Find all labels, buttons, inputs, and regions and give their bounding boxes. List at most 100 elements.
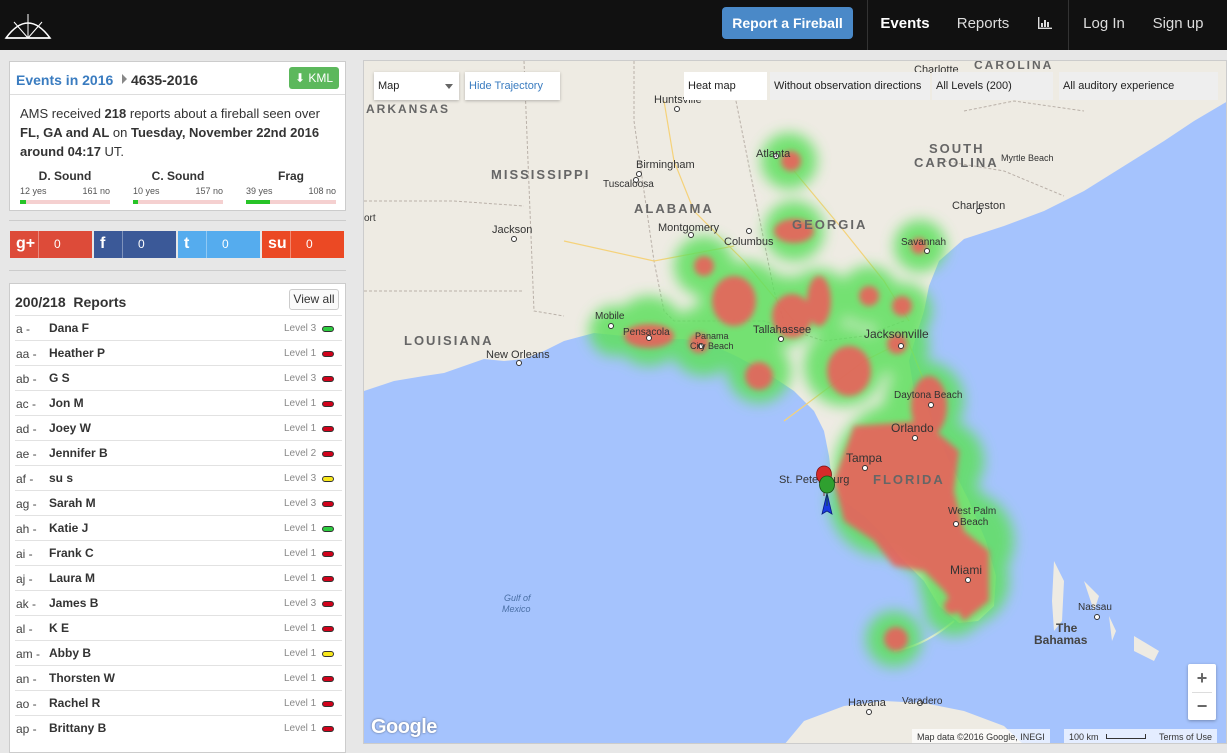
report-row[interactable]: ah - Katie J Level 1 xyxy=(15,515,342,540)
divider xyxy=(38,231,39,258)
heat-map-select[interactable]: Heat map xyxy=(684,72,767,100)
report-observer-name[interactable]: Brittany B xyxy=(49,721,106,735)
report-row[interactable]: ab - G S Level 3 xyxy=(15,365,342,390)
report-observer-name[interactable]: Rachel R xyxy=(49,696,100,710)
stat-bar-fill xyxy=(133,200,139,204)
report-row[interactable]: ak - James B Level 3 xyxy=(15,590,342,615)
report-row[interactable]: aa - Heather P Level 1 xyxy=(15,340,342,365)
auditory-select[interactable]: All auditory experience xyxy=(1059,72,1218,100)
bar-chart-icon[interactable] xyxy=(1038,17,1052,29)
report-row[interactable]: ac - Jon M Level 1 xyxy=(15,390,342,415)
report-row[interactable]: aj - Laura M Level 1 xyxy=(15,565,342,590)
view-all-button[interactable]: View all xyxy=(289,289,339,310)
report-fireball-button[interactable]: Report a Fireball xyxy=(722,7,853,39)
ams-logo-icon[interactable] xyxy=(4,6,52,42)
report-row[interactable]: an - Thorsten W Level 1 xyxy=(15,665,342,690)
report-observer-name[interactable]: Sarah M xyxy=(49,496,96,510)
level-indicator-icon xyxy=(322,526,334,532)
report-letter: ag - xyxy=(16,497,37,511)
map-container[interactable]: Huntsville Charlotte CAROLINA ARKANSAS A… xyxy=(363,60,1227,744)
report-observer-name[interactable]: Jon M xyxy=(49,396,84,410)
nav-reports[interactable]: Reports xyxy=(948,0,1018,50)
stat-label: Frag xyxy=(277,169,304,183)
report-observer-name[interactable]: Abby B xyxy=(49,646,91,660)
report-row[interactable]: ap - Brittany B Level 1 xyxy=(15,715,342,740)
reports-header: 200/218 Reports xyxy=(15,294,126,310)
share-facebook-button[interactable]: f0 xyxy=(94,231,176,258)
nav-events[interactable]: Events xyxy=(870,0,940,50)
events-year-link[interactable]: Events in 2016 xyxy=(16,72,113,88)
terms-link[interactable]: Terms of Use xyxy=(1154,729,1218,743)
stat-yes: 10 yes xyxy=(133,186,160,196)
kml-download-button[interactable]: ⬇ KML xyxy=(289,67,339,89)
level-indicator-icon xyxy=(322,451,334,457)
share-twitter-button[interactable]: t0 xyxy=(178,231,260,258)
levels-select[interactable]: All Levels (200) xyxy=(932,72,1053,100)
report-letter: ac - xyxy=(16,397,37,411)
report-row[interactable]: ai - Frank C Level 1 xyxy=(15,540,342,565)
report-observer-name[interactable]: G S xyxy=(49,371,70,385)
stat-counts: 10 yes 157 no xyxy=(133,186,223,198)
level-indicator-icon xyxy=(322,501,334,507)
level-indicator-icon xyxy=(322,476,334,482)
report-row[interactable]: al - K E Level 1 xyxy=(15,615,342,640)
report-row[interactable]: a - Dana F Level 3 xyxy=(15,315,342,340)
share-count: 0 xyxy=(54,237,61,251)
label-arkansas: ARKANSAS xyxy=(366,102,450,116)
label-tampa: Tampa xyxy=(846,451,882,465)
label-louisiana: LOUISIANA xyxy=(404,333,494,348)
reports-count: 200/218 xyxy=(15,294,66,310)
report-level: Level 3 xyxy=(284,598,317,609)
label-charleston: Charleston xyxy=(952,200,1005,212)
map-canvas[interactable]: Huntsville Charlotte CAROLINA ARKANSAS A… xyxy=(364,61,1227,744)
label-savannah: Savannah xyxy=(901,237,946,248)
report-level: Level 1 xyxy=(284,623,317,634)
share-stumbleupon-button[interactable]: su 0 xyxy=(262,231,344,258)
report-row[interactable]: ad - Joey W Level 1 xyxy=(15,415,342,440)
login-link[interactable]: Log In xyxy=(1074,0,1134,50)
map-type-select[interactable]: Map xyxy=(374,72,459,100)
report-level: Level 1 xyxy=(284,548,317,559)
report-observer-name[interactable]: Jennifer B xyxy=(49,446,108,460)
label-mobile: Mobile xyxy=(595,311,625,322)
report-observer-name[interactable]: Laura M xyxy=(49,571,95,585)
report-letter: ah - xyxy=(16,522,37,536)
zoom-out-button[interactable]: − xyxy=(1188,692,1216,720)
report-letter: ab - xyxy=(16,372,37,386)
report-row[interactable]: ae - Jennifer B Level 2 xyxy=(15,440,342,465)
zoom-in-button[interactable]: + xyxy=(1188,664,1216,692)
nav-divider xyxy=(867,0,868,50)
scale-bar xyxy=(1106,734,1146,739)
report-observer-name[interactable]: su s xyxy=(49,471,73,485)
report-observer-name[interactable]: James B xyxy=(49,596,98,610)
report-row[interactable]: ag - Sarah M Level 3 xyxy=(15,490,342,515)
stat-bar xyxy=(20,200,110,204)
stat-direct-sound: D. Sound 12 yes 161 no xyxy=(20,169,110,204)
report-observer-name[interactable]: Heather P xyxy=(49,346,105,360)
observation-directions-select[interactable]: Without observation directions xyxy=(770,72,930,100)
divider xyxy=(10,94,345,95)
report-row[interactable]: am - Abby B Level 1 xyxy=(15,640,342,665)
report-level: Level 1 xyxy=(284,698,317,709)
signup-link[interactable]: Sign up xyxy=(1146,0,1210,50)
report-observer-name[interactable]: Thorsten W xyxy=(49,671,115,685)
stat-yes: 39 yes xyxy=(246,186,273,196)
zoom-control: + − xyxy=(1188,664,1216,720)
report-row[interactable]: af - su s Level 3 xyxy=(15,465,342,490)
google-logo[interactable]: Google xyxy=(371,716,437,739)
report-level: Level 1 xyxy=(284,348,317,359)
report-level: Level 3 xyxy=(284,473,317,484)
share-google-plus-button[interactable]: g+ 0 xyxy=(10,231,92,258)
report-observer-name[interactable]: Joey W xyxy=(49,421,91,435)
report-observer-name[interactable]: Dana F xyxy=(49,321,89,335)
hide-trajectory-button[interactable]: Hide Trajectory xyxy=(465,72,560,100)
level-indicator-icon xyxy=(322,676,334,682)
label-bahamas: Bahamas xyxy=(1034,633,1088,647)
report-row[interactable]: ao - Rachel R Level 1 xyxy=(15,690,342,715)
share-count: 0 xyxy=(138,237,145,251)
report-observer-name[interactable]: Katie J xyxy=(49,521,88,535)
report-observer-name[interactable]: Frank C xyxy=(49,546,94,560)
report-observer-name[interactable]: K E xyxy=(49,621,69,635)
label-tallahassee: Tallahassee xyxy=(753,324,811,336)
share-count: 0 xyxy=(306,237,313,251)
